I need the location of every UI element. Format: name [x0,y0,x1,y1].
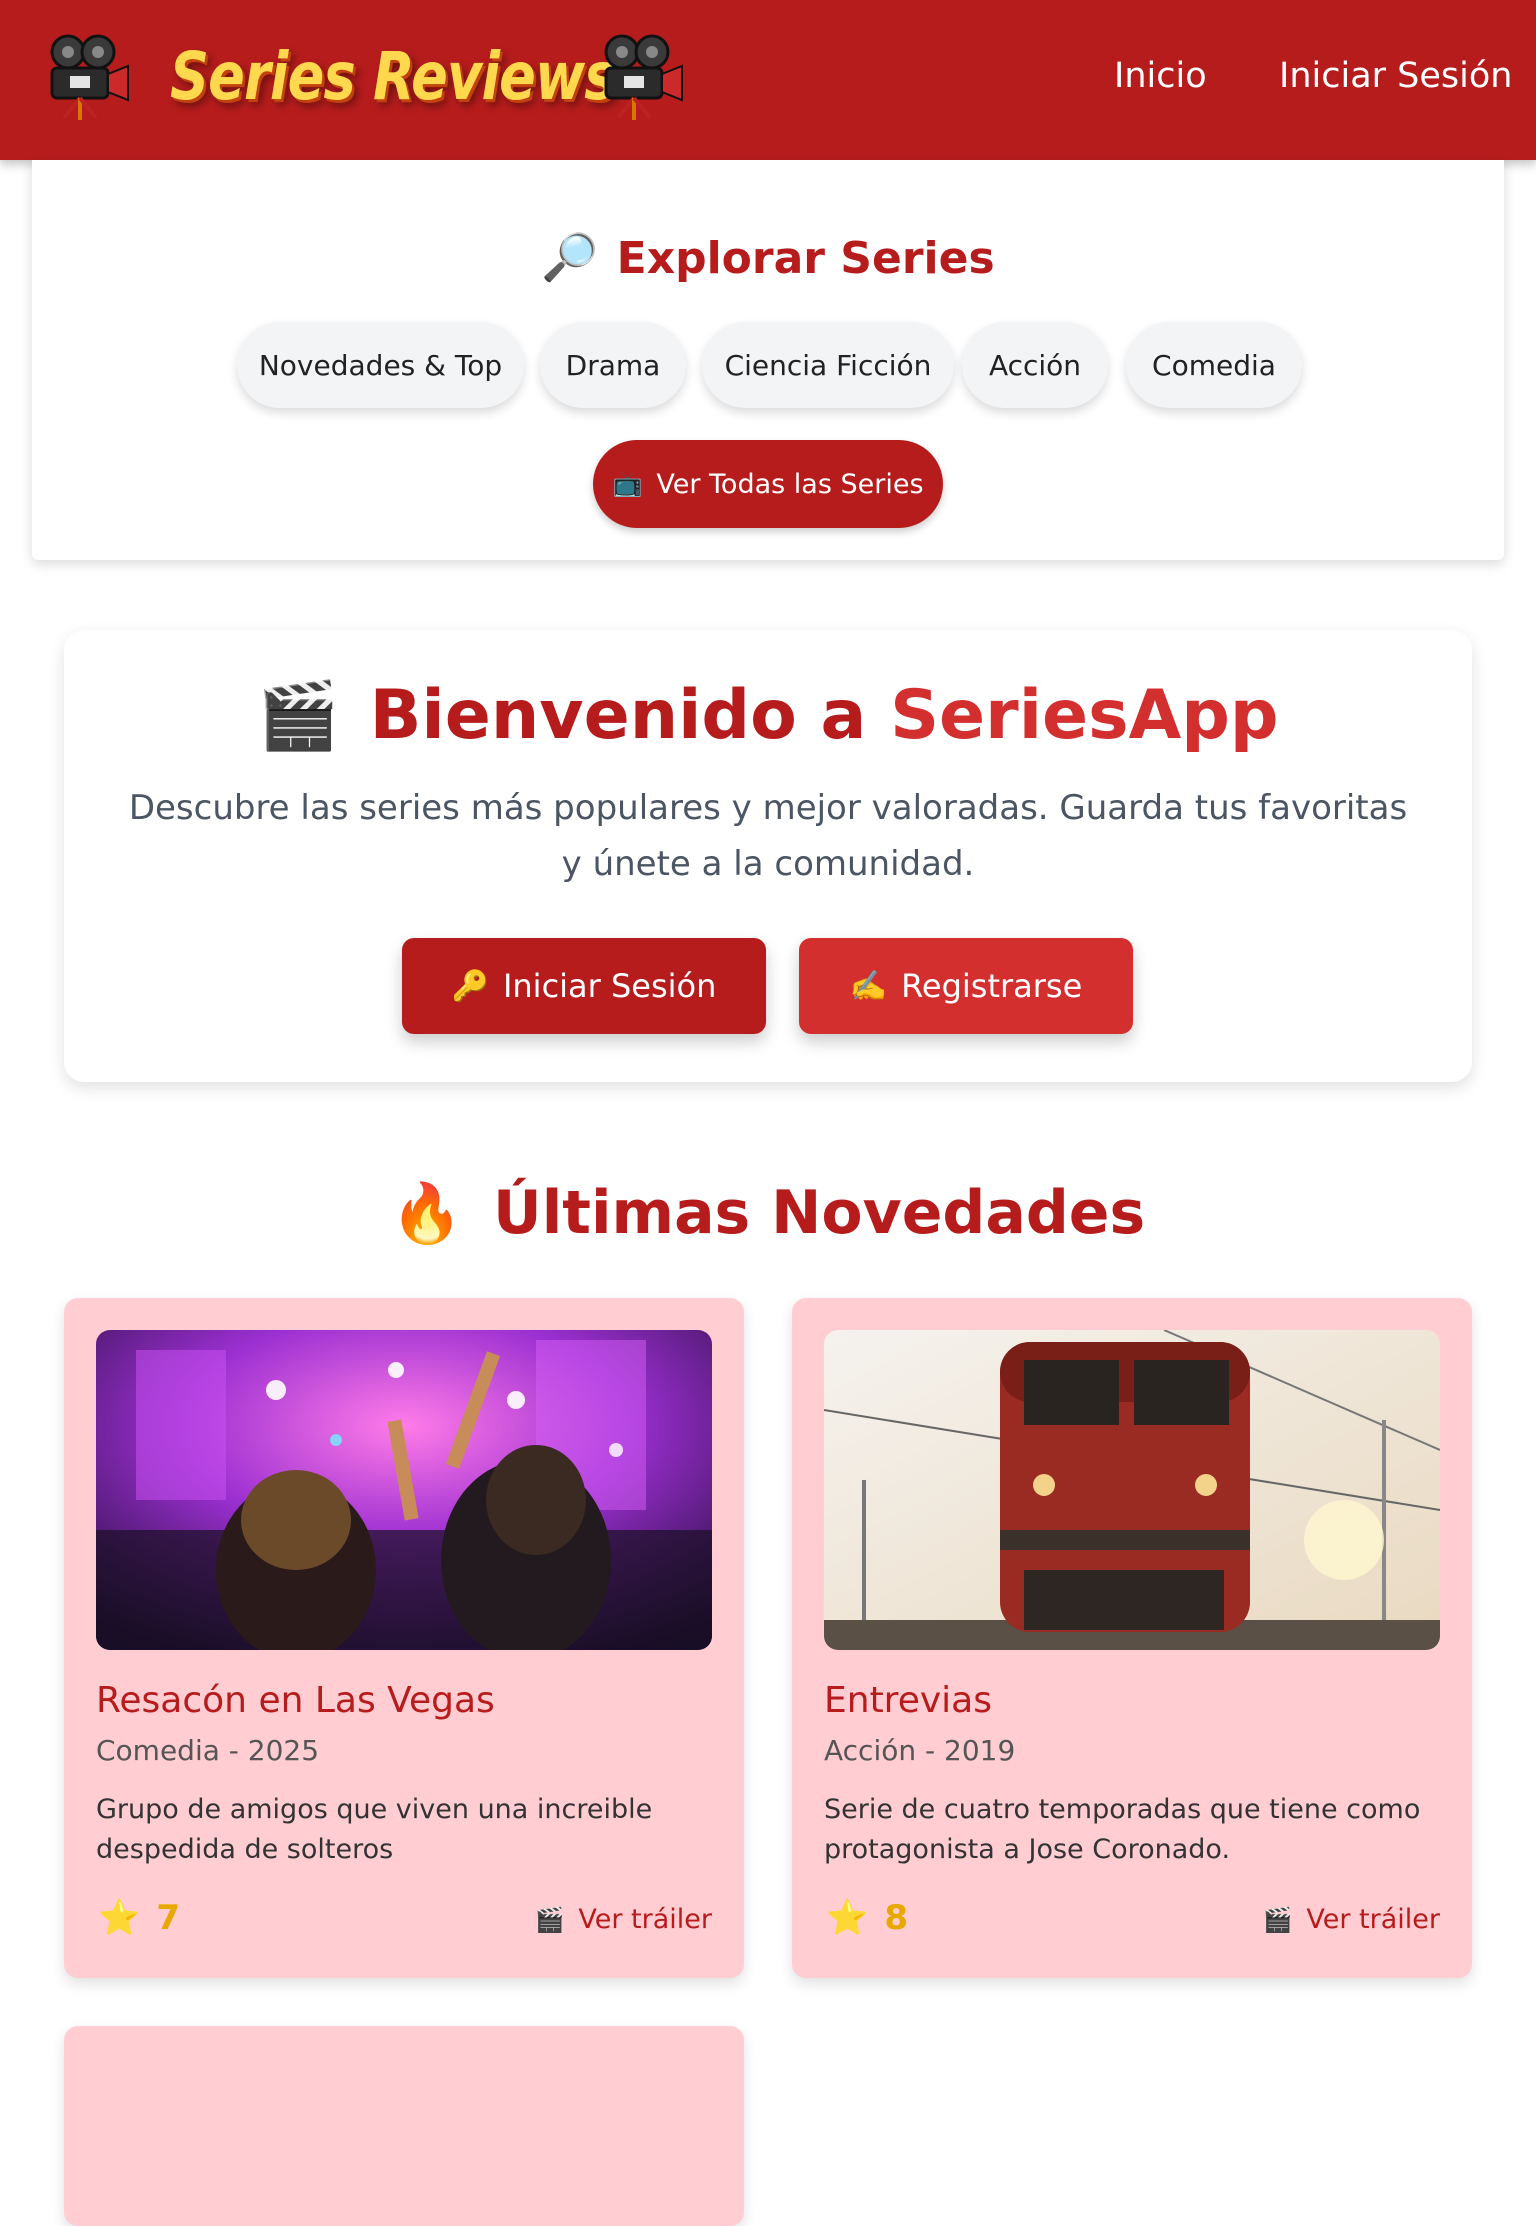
trailer-link-label: Ver tráiler [578,1904,712,1935]
welcome-title-brand: SeriesApp [890,676,1279,755]
category-pill-novedades[interactable]: Novedades & Top [237,322,524,408]
welcome-title-prefix: Bienvenido a [369,676,891,755]
register-button[interactable]: ✍️ Registrarse [799,938,1133,1034]
clapper-board-icon: 🎬 [534,1906,565,1934]
series-rating-value: 7 [156,1898,181,1938]
welcome-card: 🎬 Bienvenido a SeriesApp Descubre las ser… [64,630,1472,1082]
explore-panel: 🔎 Explorar Series Novedades & Top Drama C… [32,160,1504,560]
category-pill-ciencia-ficcion[interactable]: Ciencia Ficción [702,322,954,408]
category-pill-accion[interactable]: Acción [962,322,1108,408]
magnifier-icon: 🔎 [541,230,599,284]
site-header: Series Reviews Inicio Iniciar Sesión [0,0,1536,160]
latest-title-text: Últimas Novedades [493,1178,1146,1248]
series-rating-value: 8 [884,1898,909,1938]
series-description: Serie de cuatro temporadas que tiene com… [824,1794,1421,1865]
star-icon: ⭐ [826,1898,869,1938]
series-card[interactable]: Resacón en Las Vegas Comedia - 2025 Grup… [64,1298,744,1978]
series-poster-image[interactable] [96,1330,712,1650]
series-genre-year: Comedia - 2025 [96,1734,320,1767]
series-title[interactable]: Resacón en Las Vegas [96,1680,495,1721]
view-all-series-button[interactable]: 📺 Ver Todas las Series [593,440,943,528]
series-poster-image[interactable] [824,1330,1440,1650]
key-icon: 🔑 [451,968,489,1004]
series-description: Grupo de amigos que viven una increible … [96,1794,653,1865]
register-button-label: Registrarse [901,967,1083,1005]
trailer-link[interactable]: 🎬 Ver tráiler [534,1904,712,1935]
movie-camera-icon [50,34,129,120]
login-button[interactable]: 🔑 Iniciar Sesión [402,938,766,1034]
view-all-series-label: Ver Todas las Series [656,468,924,500]
movie-camera-icon [604,34,683,120]
trailer-link-label: Ver tráiler [1306,1904,1440,1935]
tv-icon: 📺 [612,470,643,498]
category-pill-drama[interactable]: Drama [540,322,686,408]
clapper-board-icon: 🎬 [1262,1906,1293,1934]
nav-login-link[interactable]: Iniciar Sesión [1279,56,1512,96]
series-rating: ⭐ 7 [98,1898,180,1938]
welcome-heading: 🎬 Bienvenido a SeriesApp [64,676,1472,755]
series-card[interactable] [64,2026,744,2226]
explore-heading: 🔎 Explorar Series [32,230,1504,285]
series-genre-year: Acción - 2019 [824,1734,1016,1767]
explore-title-text: Explorar Series [616,233,995,284]
category-pill-comedia[interactable]: Comedia [1126,322,1302,408]
site-logo[interactable]: Series Reviews [170,38,616,115]
clapper-board-icon: 🎬 [257,677,340,754]
nav-home-link[interactable]: Inicio [1114,56,1207,96]
writing-hand-icon: ✍️ [849,968,888,1004]
trailer-link[interactable]: 🎬 Ver tráiler [1262,1904,1440,1935]
series-card[interactable]: Entrevias Acción - 2019 Serie de cuatro … [792,1298,1472,1978]
series-rating: ⭐ 8 [826,1898,908,1938]
fire-icon: 🔥 [390,1179,464,1247]
welcome-description: Descubre las series más populares y mejo… [128,788,1408,884]
latest-heading: 🔥 Últimas Novedades [0,1178,1536,1248]
login-button-label: Iniciar Sesión [502,967,717,1005]
star-icon: ⭐ [98,1898,141,1938]
series-title[interactable]: Entrevias [824,1680,992,1721]
